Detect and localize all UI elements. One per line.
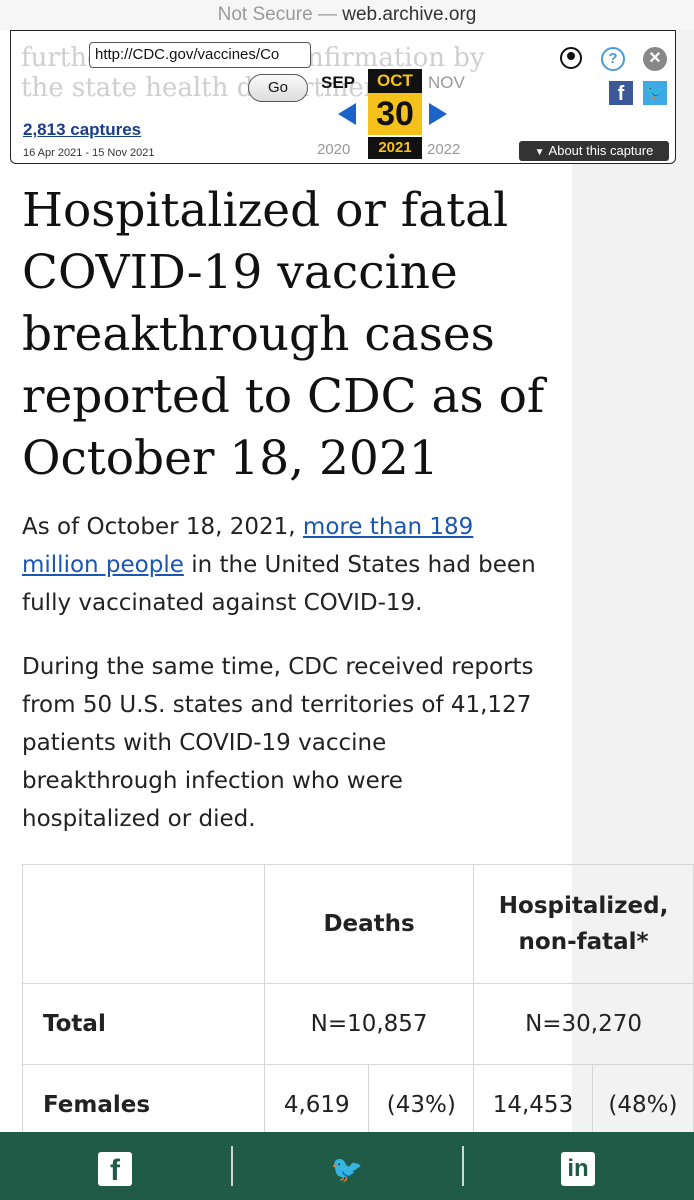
header-deaths: Deaths — [264, 864, 475, 984]
user-icon[interactable] — [560, 47, 582, 69]
twitter-icon[interactable]: 🐦 — [643, 81, 667, 105]
year-current: 2021 — [368, 137, 422, 159]
header-hospitalized-line1: Hospitalized, — [498, 893, 669, 919]
security-label: Not Secure — [217, 4, 313, 25]
prev-capture-arrow-icon[interactable] — [338, 103, 356, 125]
capture-day: 30 — [368, 93, 422, 135]
year-prev[interactable]: 2020 — [317, 141, 350, 158]
facebook-icon[interactable]: f — [609, 81, 633, 105]
table-header-row: Deaths Hospitalized, non-fatal* — [21, 864, 694, 984]
share-facebook-icon[interactable]: f — [98, 1152, 132, 1187]
capture-date-range: 16 Apr 2021 - 15 Nov 2021 — [23, 147, 155, 159]
cell-deaths-total: N=10,857 — [264, 983, 475, 1065]
breakthrough-cases-table: Deaths Hospitalized, non-fatal* Total N=1… — [21, 864, 694, 1146]
header-hospitalized-line2: non-fatal* — [518, 929, 649, 955]
share-bar: f 🐦 in — [0, 1132, 694, 1200]
page-title: Hospitalized or fatal COVID-19 vaccine b… — [22, 183, 545, 486]
year-next: 2022 — [427, 141, 461, 158]
address-separator: — — [312, 4, 343, 25]
share-twitter-icon[interactable]: 🐦 — [330, 1152, 364, 1186]
cell-hospitalized-total: N=30,270 — [473, 983, 694, 1065]
reports-paragraph: During the same time, CDC received repor… — [22, 654, 534, 832]
month-next: NOV — [428, 73, 465, 92]
table-row: Total N=10,857 N=30,270 — [21, 983, 694, 1065]
share-divider — [462, 1146, 464, 1186]
next-capture-arrow-icon[interactable] — [429, 103, 447, 125]
domain-label: web.archive.org — [342, 4, 477, 25]
wayback-go-button[interactable]: Go — [248, 74, 308, 102]
wayback-url-input[interactable]: http://CDC.gov/vaccines/Co — [89, 42, 311, 68]
header-empty-cell — [21, 864, 266, 984]
row-label: Total — [21, 983, 266, 1065]
share-divider — [231, 1146, 233, 1186]
header-hospitalized: Hospitalized, non-fatal* — [473, 864, 694, 984]
help-icon[interactable]: ? — [601, 47, 625, 71]
dropdown-arrow-icon: ▼ — [534, 147, 545, 158]
browser-address-bar[interactable]: Not Secure — web.archive.org — [0, 0, 694, 30]
wayback-toolbar: further review and confirmation by the s… — [10, 30, 676, 164]
month-prev-link[interactable]: SEP — [321, 73, 355, 93]
intro-prefix: As of October 18, 2021, — [22, 514, 303, 540]
month-current: OCT — [368, 69, 422, 93]
about-capture-label: About this capture — [548, 143, 654, 158]
close-icon[interactable]: ✕ — [643, 47, 667, 71]
about-capture-button[interactable]: ▼ About this capture — [519, 141, 669, 161]
share-linkedin-icon[interactable]: in — [561, 1152, 595, 1186]
intro-paragraph: As of October 18, 2021, more than 189 mi… — [22, 508, 542, 622]
captures-link[interactable]: 2,813 captures — [23, 120, 141, 140]
